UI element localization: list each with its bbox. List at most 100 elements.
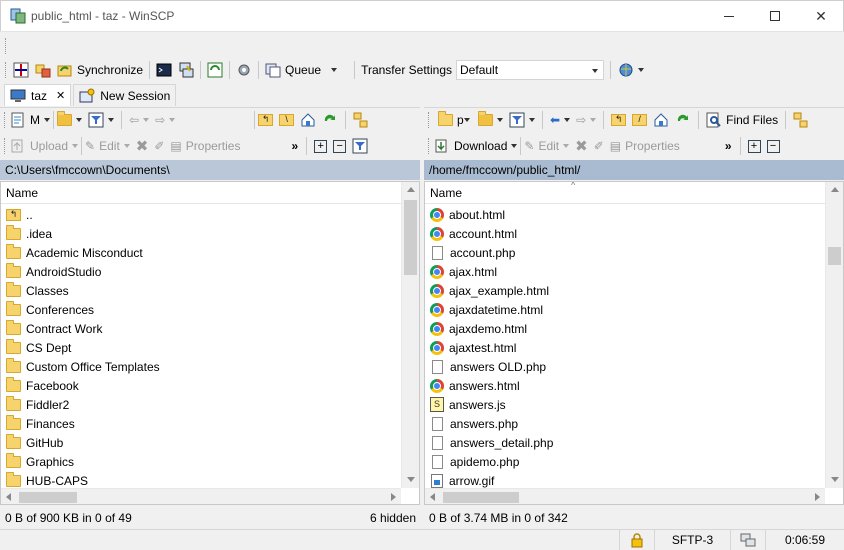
right-drive-select[interactable]: p xyxy=(435,110,475,130)
left-find-button[interactable] xyxy=(350,109,372,131)
compare-directories-button[interactable] xyxy=(10,59,32,81)
scroll-down-icon[interactable] xyxy=(831,477,839,482)
minimize-button[interactable] xyxy=(706,1,752,31)
left-home-directory-button[interactable] xyxy=(297,109,319,131)
left-vertical-scrollbar[interactable] xyxy=(401,182,419,488)
tab-new-session[interactable]: New Session xyxy=(73,84,177,106)
left-refresh-button[interactable] xyxy=(319,109,341,131)
scroll-thumb[interactable] xyxy=(19,492,77,503)
table-row[interactable]: ajax.html xyxy=(425,262,843,281)
close-tab-icon[interactable]: ✕ xyxy=(56,89,65,102)
table-row[interactable]: AndroidStudio xyxy=(1,262,419,281)
table-row[interactable]: Custom Office Templates xyxy=(1,357,419,376)
left-column-header-name[interactable]: Name xyxy=(1,182,419,204)
toolbar-grip[interactable] xyxy=(5,62,8,78)
find-files-button[interactable]: Find Files xyxy=(703,109,781,131)
left-path-bar[interactable]: C:\Users\fmccown\Documents\ xyxy=(0,160,420,180)
right-home-directory-button[interactable] xyxy=(650,109,672,131)
left-edit-button[interactable]: ✎ Edit xyxy=(82,135,133,157)
table-row[interactable]: ↰.. xyxy=(1,205,419,224)
right-back-button[interactable]: ⬅ xyxy=(547,109,573,131)
table-row[interactable]: Finances xyxy=(1,414,419,433)
more-chevron-icon[interactable]: » xyxy=(725,139,732,153)
table-row[interactable]: CS Dept xyxy=(1,338,419,357)
table-row[interactable]: Graphics xyxy=(1,452,419,471)
left-root-directory-button[interactable]: \ xyxy=(276,109,297,131)
scroll-thumb[interactable] xyxy=(443,492,519,503)
transfer-settings-select[interactable]: Default xyxy=(456,60,605,80)
synchronize-button[interactable]: Synchronize xyxy=(54,59,146,81)
table-row[interactable]: account.html xyxy=(425,224,843,243)
left-open-directory-button[interactable] xyxy=(54,109,85,131)
right-path-bar[interactable]: /home/fmccown/public_html/ xyxy=(424,160,844,180)
right-rename-button[interactable]: ✐ xyxy=(591,135,607,157)
left-parent-directory-button[interactable]: ↰ xyxy=(255,109,276,131)
table-row[interactable]: Contract Work xyxy=(1,319,419,338)
left-properties-button[interactable]: ▤ Properties xyxy=(167,135,243,157)
right-forward-button[interactable]: ⇨ xyxy=(573,109,599,131)
right-file-panel[interactable]: Name ^ about.html account.html account.php… xyxy=(424,181,844,505)
table-row[interactable]: answers_detail.php xyxy=(425,433,843,452)
left-drive-select[interactable]: M xyxy=(7,109,53,131)
table-row[interactable]: Academic Misconduct xyxy=(1,243,419,262)
table-row[interactable]: about.html xyxy=(425,205,843,224)
right-properties-button[interactable]: ▤ Properties xyxy=(607,135,683,157)
upload-button[interactable]: Upload xyxy=(7,135,81,157)
left-filter-button[interactable] xyxy=(85,109,117,131)
table-row[interactable]: account.php xyxy=(425,243,843,262)
more-chevron-icon[interactable]: » xyxy=(291,139,298,153)
table-row[interactable]: ajaxdatetime.html xyxy=(425,300,843,319)
right-collapse-button[interactable]: − xyxy=(764,135,783,157)
table-row[interactable]: GitHub xyxy=(1,433,419,452)
scroll-left-icon[interactable] xyxy=(6,493,11,501)
synchronize-browsing-button[interactable] xyxy=(32,59,54,81)
right-open-directory-button[interactable] xyxy=(475,109,506,131)
left-new-button[interactable]: + xyxy=(311,135,330,157)
left-rename-button[interactable]: ✐ xyxy=(151,135,167,157)
right-edit-button[interactable]: ✎ Edit xyxy=(521,135,572,157)
winscp-app-icon[interactable] xyxy=(10,8,26,24)
right-tree-button[interactable] xyxy=(790,109,812,131)
toolbar-grip[interactable] xyxy=(428,111,431,128)
table-row[interactable]: Fiddler2 xyxy=(1,395,419,414)
right-parent-directory-button[interactable]: ↰ xyxy=(608,109,629,131)
table-row[interactable]: answers OLD.php xyxy=(425,357,843,376)
table-row[interactable]: Classes xyxy=(1,281,419,300)
refresh-all-button[interactable] xyxy=(204,59,226,81)
right-delete-button[interactable]: ✖ xyxy=(572,135,591,157)
scroll-up-icon[interactable] xyxy=(407,187,415,192)
left-horizontal-scrollbar[interactable] xyxy=(1,488,401,504)
tab-taz[interactable]: taz ✕ xyxy=(4,84,72,106)
close-button[interactable]: ✕ xyxy=(798,1,844,31)
left-file-panel[interactable]: Name ↰.. .idea Academic Misconduct AndroidS… xyxy=(0,181,420,505)
preferences-button[interactable] xyxy=(233,59,255,81)
table-row[interactable]: ajaxtest.html xyxy=(425,338,843,357)
left-collapse-button[interactable]: − xyxy=(330,135,349,157)
left-select-filter-button[interactable] xyxy=(349,135,371,157)
right-column-header-name[interactable]: Name ^ xyxy=(425,182,843,204)
scroll-left-icon[interactable] xyxy=(430,493,435,501)
download-button[interactable]: Download xyxy=(431,135,520,157)
right-new-button[interactable]: + xyxy=(745,135,764,157)
left-back-button[interactable]: ⇦ xyxy=(126,109,152,131)
scroll-up-icon[interactable] xyxy=(831,187,839,192)
table-row[interactable]: ajax_example.html xyxy=(425,281,843,300)
right-refresh-button[interactable] xyxy=(672,109,694,131)
scroll-right-icon[interactable] xyxy=(815,493,820,501)
table-row[interactable]: answers.html xyxy=(425,376,843,395)
right-root-directory-button[interactable]: / xyxy=(629,109,650,131)
table-row[interactable]: Conferences xyxy=(1,300,419,319)
scroll-thumb[interactable] xyxy=(404,200,417,275)
queue-button[interactable]: Queue xyxy=(262,59,340,81)
table-row[interactable]: ajaxdemo.html xyxy=(425,319,843,338)
table-row[interactable]: Facebook xyxy=(1,376,419,395)
encryption-status[interactable] xyxy=(620,530,655,550)
table-row[interactable]: answers.php xyxy=(425,414,843,433)
scroll-right-icon[interactable] xyxy=(391,493,396,501)
scroll-down-icon[interactable] xyxy=(407,477,415,482)
left-forward-button[interactable]: ⇨ xyxy=(152,109,178,131)
right-vertical-scrollbar[interactable] xyxy=(825,182,843,488)
table-row[interactable]: Sanswers.js xyxy=(425,395,843,414)
table-row[interactable]: .idea xyxy=(1,224,419,243)
table-row[interactable]: apidemo.php xyxy=(425,452,843,471)
